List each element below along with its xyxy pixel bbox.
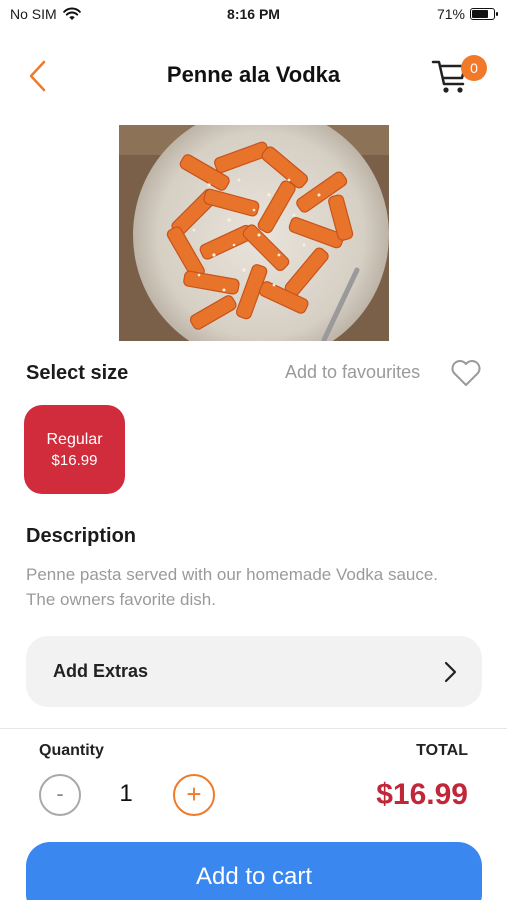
total-label: TOTAL	[416, 742, 468, 759]
total-value: $16.99	[376, 778, 468, 811]
decrement-button[interactable]: -	[39, 774, 81, 816]
nav-bar: Penne ala Vodka 0	[0, 48, 507, 104]
increment-button[interactable]: +	[173, 774, 215, 816]
battery-fill	[472, 10, 489, 18]
description-heading: Description	[26, 525, 137, 547]
quantity-value: 1	[119, 780, 133, 807]
add-to-cart-button[interactable]: Add to cart	[26, 842, 482, 900]
description-text: Penne pasta served with our homemade Vod…	[26, 565, 439, 609]
size-option-regular[interactable]: Regular $16.99	[24, 405, 125, 494]
heart-icon	[451, 360, 481, 386]
status-time: 8:16 PM	[227, 6, 280, 22]
dish-image	[119, 125, 389, 341]
dish-photo	[119, 125, 389, 341]
divider	[0, 728, 507, 729]
battery-icon	[470, 8, 498, 20]
status-right: 71%	[436, 6, 498, 22]
size-option-price: $16.99	[51, 452, 98, 469]
chevron-right-icon	[444, 661, 457, 683]
add-extras-label: Add Extras	[53, 661, 149, 681]
quantity-label: Quantity	[39, 742, 104, 759]
battery-percent: 71%	[436, 6, 465, 22]
cart-count-badge: 0	[461, 55, 487, 81]
add-to-favourites-label[interactable]: Add to favourites	[285, 362, 420, 383]
select-size-heading: Select size	[26, 362, 129, 384]
favourite-button[interactable]	[450, 358, 482, 388]
status-bar: No SIM 8:16 PM 71%	[0, 0, 507, 30]
size-option-name: Regular	[46, 431, 103, 448]
add-extras-row[interactable]: Add Extras	[26, 636, 482, 707]
